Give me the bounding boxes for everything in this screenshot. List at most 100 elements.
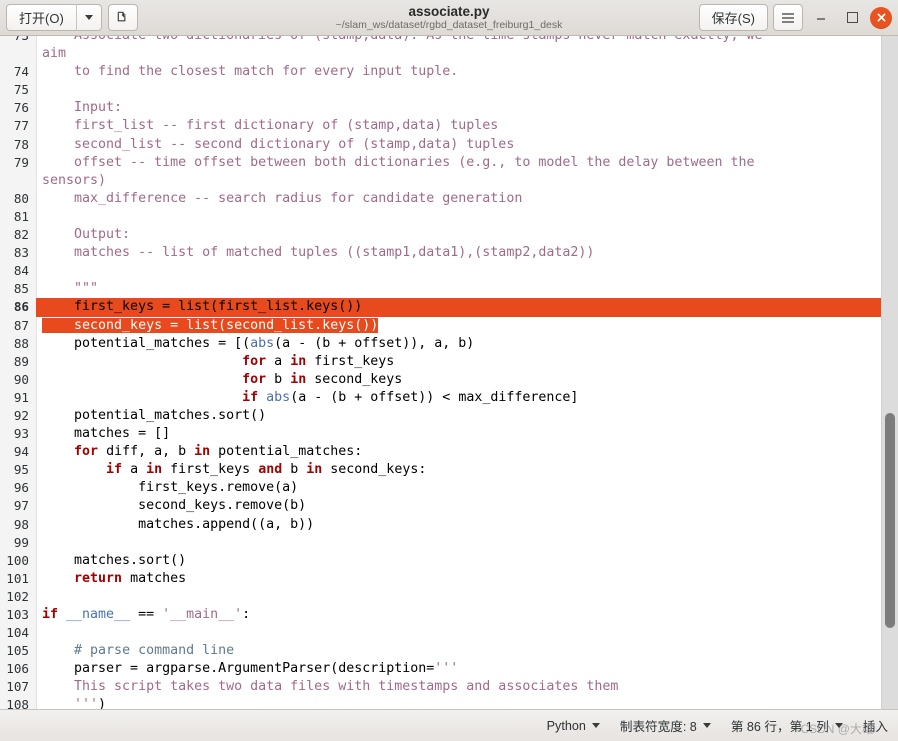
code-line[interactable]: sensors) <box>0 172 881 190</box>
code-token: matches = [] <box>42 426 171 442</box>
minimize-icon <box>817 17 825 20</box>
code-token: in <box>146 462 163 478</box>
line-text: sensors) <box>36 172 881 190</box>
code-line[interactable]: 89 for a in first_keys <box>0 353 881 371</box>
code-line[interactable]: 97 second_keys.remove(b) <box>0 497 881 515</box>
line-number: 91 <box>13 389 29 405</box>
code-line[interactable]: 78 second_list -- second dictionary of (… <box>0 136 881 154</box>
line-text: This script takes two data files with ti… <box>36 678 881 696</box>
code-line[interactable]: 91 if abs(a - (b + offset)) < max_differ… <box>0 389 881 407</box>
cursor-position-label: 第 86 行，第 1 列 <box>730 720 829 734</box>
open-dropdown-button[interactable] <box>75 4 102 31</box>
code-line[interactable]: 106 parser = argparse.ArgumentParser(des… <box>0 660 881 678</box>
language-label: Python <box>546 718 586 733</box>
code-token: in <box>290 371 307 387</box>
line-text: for a in first_keys <box>36 353 881 371</box>
line-number: 83 <box>13 245 29 261</box>
code-token: for <box>242 371 267 387</box>
code-line[interactable]: 105 # parse command line <box>0 642 881 660</box>
code-line[interactable]: 86 first_keys = list(first_list.keys()) <box>0 298 881 317</box>
code-token: potential_matches.sort() <box>42 407 267 423</box>
code-line[interactable]: 88 potential_matches = [(abs(a - (b + of… <box>0 335 881 353</box>
page-title: associate.py <box>408 3 490 19</box>
code-line[interactable]: 104 <box>0 624 881 642</box>
cursor-position-selector[interactable]: 第 86 行，第 1 列 <box>731 716 843 735</box>
line-number: 108 <box>6 697 29 709</box>
line-number: 97 <box>13 498 29 514</box>
code-lines[interactable]: 73 Associate two dictionaries of (stamp,… <box>0 36 881 709</box>
code-token: (a - (b + offset)), a, b) <box>274 335 475 351</box>
line-number: 95 <box>13 462 29 478</box>
line-number: 92 <box>13 407 29 423</box>
code-line[interactable]: 83 matches -- list of matched tuples ((s… <box>0 244 881 262</box>
code-token: in <box>290 353 307 369</box>
code-token: return <box>74 570 123 586</box>
code-line[interactable]: 73 Associate two dictionaries of (stamp,… <box>0 36 881 45</box>
code-line[interactable]: 75 <box>0 81 881 99</box>
line-number: 77 <box>13 118 29 134</box>
code-line[interactable]: 107 This script takes two data files wit… <box>0 678 881 696</box>
line-number: 80 <box>13 190 29 206</box>
code-view[interactable]: 73 Associate two dictionaries of (stamp,… <box>0 36 881 709</box>
code-line[interactable]: aim <box>0 45 881 63</box>
code-line[interactable]: 100 matches.sort() <box>0 552 881 570</box>
code-line[interactable]: 82 Output: <box>0 226 881 244</box>
code-line[interactable]: 95 if a in first_keys and b in second_ke… <box>0 461 881 479</box>
code-token: abs <box>250 335 275 351</box>
close-button[interactable] <box>870 6 892 29</box>
code-line[interactable]: 108 ''') <box>0 696 881 709</box>
code-line[interactable]: 76 Input: <box>0 99 881 117</box>
code-line[interactable]: 77 first_list -- first dictionary of (st… <box>0 117 881 135</box>
code-line[interactable]: 94 for diff, a, b in potential_matches: <box>0 443 881 461</box>
code-line[interactable]: 85 """ <box>0 280 881 298</box>
vertical-scrollbar-thumb[interactable] <box>885 412 895 629</box>
line-text <box>36 588 881 606</box>
code-line[interactable]: 79 offset -- time offset between both di… <box>0 154 881 172</box>
code-token: abs <box>266 389 291 405</box>
code-token: diff, a, b <box>98 444 195 460</box>
code-line[interactable]: 87 second_keys = list(second_list.keys()… <box>0 316 881 335</box>
line-text: to find the closest match for every inpu… <box>36 63 881 81</box>
hamburger-menu-button[interactable] <box>773 4 803 31</box>
code-token: first_keys <box>306 353 395 369</box>
code-line[interactable]: 93 matches = [] <box>0 425 881 443</box>
insert-mode-indicator[interactable]: 插入 <box>863 716 888 735</box>
code-line[interactable]: 102 <box>0 588 881 606</box>
code-line[interactable]: 74 to find the closest match for every i… <box>0 63 881 81</box>
line-text: matches -- list of matched tuples ((stam… <box>36 244 881 262</box>
code-line[interactable]: 103 if __name__ == '__main__': <box>0 606 881 624</box>
save-button[interactable]: 保存(S) <box>698 4 768 31</box>
code-token: if <box>242 389 259 405</box>
title-bar: 打开(O) associate.py ~/slam_ws/dataset/rgb… <box>0 0 898 36</box>
minimize-button[interactable] <box>808 5 834 31</box>
code-token: Associate two dictionaries of (stamp,dat… <box>42 36 762 43</box>
language-selector[interactable]: Python <box>547 719 600 733</box>
maximize-icon <box>846 12 858 23</box>
code-token: potential_matches = [( <box>42 335 251 351</box>
code-line[interactable]: 84 <box>0 262 881 280</box>
code-line[interactable]: 101 return matches <box>0 570 881 588</box>
line-text: if a in first_keys and b in second_keys: <box>36 461 881 479</box>
code-line[interactable]: 98 matches.append((a, b)) <box>0 516 881 534</box>
line-text: matches.append((a, b)) <box>36 516 881 534</box>
line-number: 102 <box>6 588 29 604</box>
line-number: 82 <box>13 227 29 243</box>
vertical-scrollbar[interactable] <box>881 36 898 709</box>
line-number: 100 <box>6 552 29 568</box>
code-line[interactable]: 96 first_keys.remove(a) <box>0 479 881 497</box>
code-token: second_keys <box>306 371 403 387</box>
code-line[interactable]: 80 max_difference -- search radius for c… <box>0 190 881 208</box>
code-line[interactable]: 90 for b in second_keys <box>0 371 881 389</box>
line-number: 90 <box>13 371 29 387</box>
code-line[interactable]: 92 potential_matches.sort() <box>0 407 881 425</box>
editor-area: 73 Associate two dictionaries of (stamp,… <box>0 36 898 709</box>
open-button[interactable]: 打开(O) <box>6 4 76 31</box>
code-token: ''' <box>42 697 99 709</box>
code-line[interactable]: 81 <box>0 208 881 226</box>
code-line[interactable]: 99 <box>0 534 881 552</box>
tab-width-selector[interactable]: 制表符宽度: 8 <box>620 716 711 735</box>
new-document-button[interactable] <box>107 4 138 31</box>
line-text: second_list -- second dictionary of (sta… <box>36 136 881 154</box>
code-token: ) <box>98 697 107 709</box>
maximize-button[interactable] <box>839 5 865 31</box>
